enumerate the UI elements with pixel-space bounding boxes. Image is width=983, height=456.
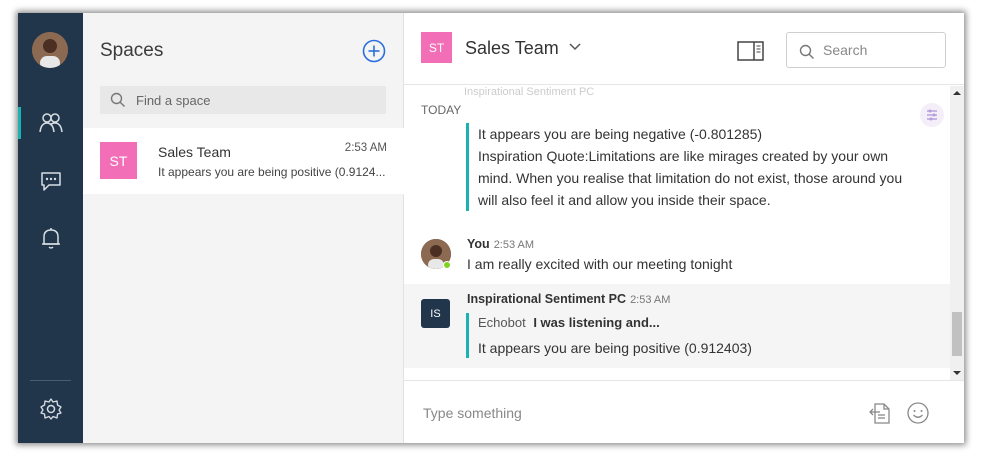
chat-space-badge: ST <box>421 32 452 63</box>
search-icon <box>799 44 814 59</box>
nav-settings[interactable] <box>18 389 83 429</box>
bot-message-text: It appears you are being positive (0.912… <box>478 340 752 356</box>
people-icon <box>38 113 63 133</box>
message-scrollbar[interactable] <box>950 86 964 380</box>
scroll-up-icon[interactable] <box>953 90 961 96</box>
online-status-dot <box>443 261 451 269</box>
date-divider: TODAY <box>421 103 462 117</box>
quoted-line: Echobot I was listening and... <box>478 313 752 333</box>
chat-panel: ST Sales Team Inspirational Sent <box>404 13 964 443</box>
nav-messages[interactable] <box>18 161 83 201</box>
message-time: 2:53 AM <box>493 239 535 251</box>
quote-line: will also feel it and allow you inside t… <box>478 192 771 208</box>
scrollbar-thumb[interactable] <box>952 312 962 356</box>
add-space-button[interactable] <box>362 39 386 63</box>
filter-icon <box>927 109 937 121</box>
emoji-icon[interactable] <box>907 402 929 424</box>
user-avatar-image <box>32 32 68 68</box>
chat-search-box <box>786 32 946 68</box>
faded-sender: Inspirational Sentiment PC <box>464 86 595 98</box>
find-space-box <box>100 86 386 114</box>
rail-divider <box>30 380 71 381</box>
message-sender: You 2:53 AM <box>467 237 534 251</box>
quoted-text: I was listening and... <box>533 315 660 330</box>
spaces-panel: Spaces ST Sales Team 2:53 AM It appears … <box>83 13 404 443</box>
plus-circle-icon <box>362 39 386 63</box>
message-input[interactable] <box>423 399 843 427</box>
quote-line: Inspiration Quote:Limitations are like m… <box>478 148 889 164</box>
chat-title[interactable]: Sales Team <box>465 38 559 59</box>
nav-rail <box>18 13 83 443</box>
sender-name: Inspirational Sentiment PC <box>467 292 627 306</box>
search-icon <box>110 92 125 107</box>
space-time: 2:53 AM <box>344 142 387 154</box>
side-panel-icon[interactable] <box>737 41 764 61</box>
message-list: Inspirational Sentiment PC TODAY It appe… <box>404 86 950 380</box>
chevron-down-icon[interactable] <box>569 43 581 51</box>
chat-header: ST Sales Team <box>404 13 964 85</box>
sender-name: You <box>467 237 490 251</box>
reply-quote: Echobot I was listening and... It appear… <box>466 313 752 358</box>
message-time: 2:53 AM <box>630 294 671 306</box>
spaces-title: Spaces <box>100 40 164 61</box>
message-text: I am really excited with our meeting ton… <box>467 256 733 272</box>
nav-notifications[interactable] <box>18 218 83 258</box>
quote-line: mind. When you realise that limitation d… <box>478 170 903 186</box>
space-preview: It appears you are being positive (0.912… <box>158 165 386 179</box>
gear-icon <box>39 398 62 420</box>
message-sender: Inspirational Sentiment PC 2:53 AM <box>467 292 670 306</box>
find-space-input[interactable] <box>136 86 376 114</box>
nav-spaces[interactable] <box>18 103 83 143</box>
bot-message: IS Inspirational Sentiment PC 2:53 AM Ech… <box>404 284 950 368</box>
scroll-down-icon[interactable] <box>953 370 961 376</box>
composer <box>404 380 964 443</box>
attach-file-icon[interactable] <box>868 402 892 424</box>
space-list-item[interactable]: ST Sales Team 2:53 AM It appears you are… <box>83 128 404 194</box>
space-name: Sales Team <box>158 144 231 160</box>
chat-bubble-icon <box>40 172 61 191</box>
filter-button[interactable] <box>920 103 944 127</box>
app-window: Spaces ST Sales Team 2:53 AM It appears … <box>18 13 964 443</box>
quoted-author: Echobot <box>478 315 526 330</box>
space-badge: ST <box>100 142 137 179</box>
quote-line: It appears you are being negative (-0.80… <box>478 126 763 142</box>
message-quote: It appears you are being negative (-0.80… <box>466 123 902 211</box>
bell-icon <box>41 228 60 249</box>
bot-avatar[interactable]: IS <box>421 299 450 328</box>
chat-search-input[interactable] <box>823 33 941 67</box>
user-avatar[interactable] <box>32 32 68 68</box>
